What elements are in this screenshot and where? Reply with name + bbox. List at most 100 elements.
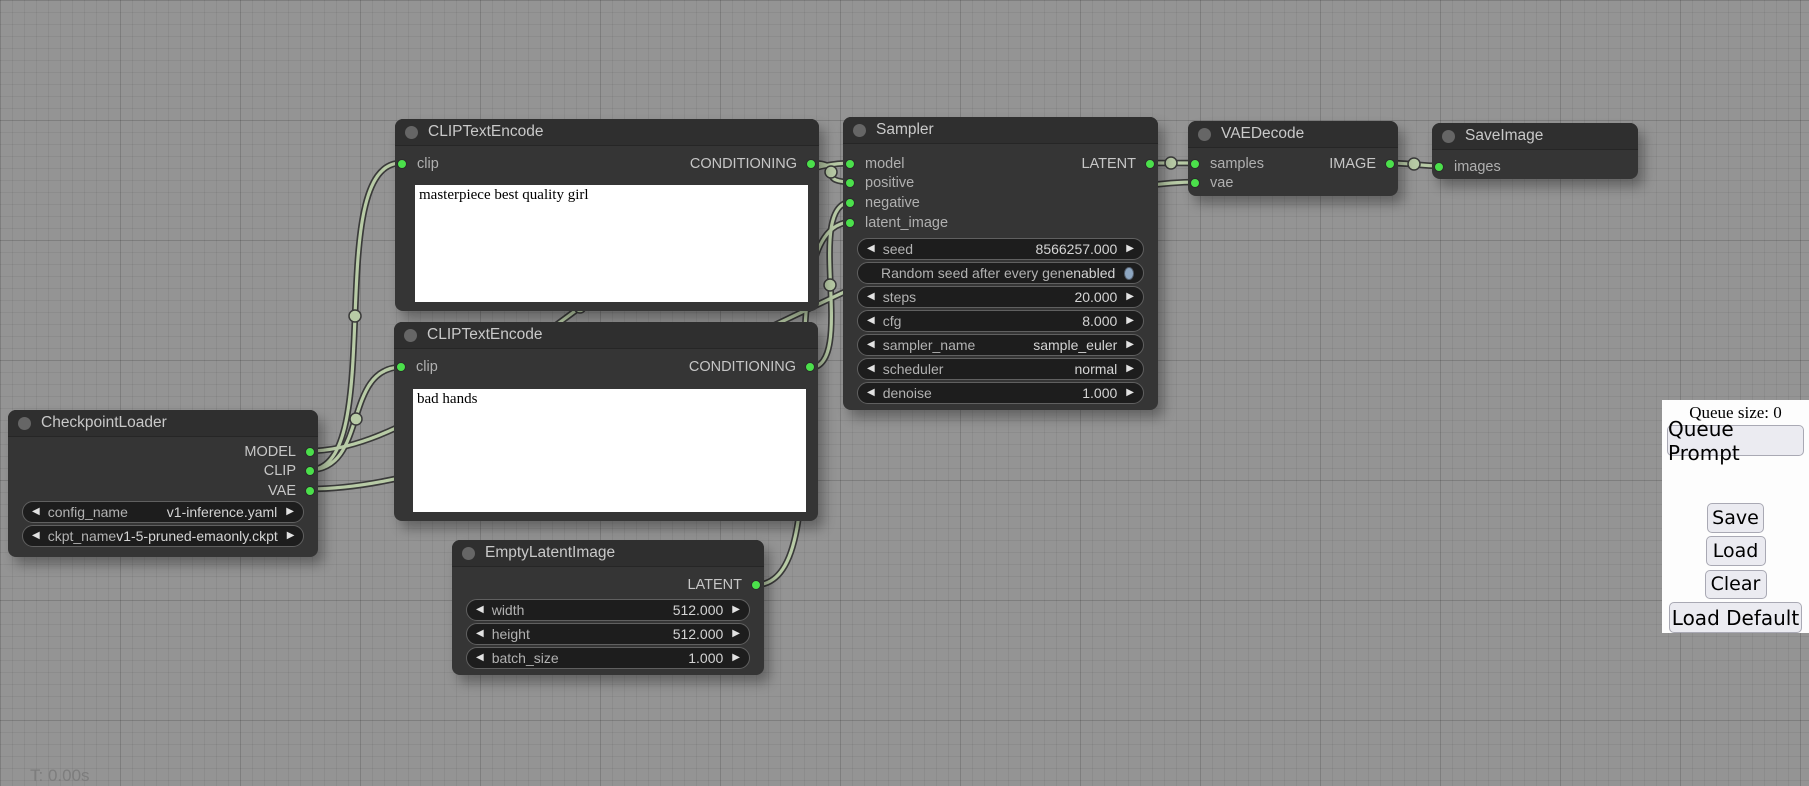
output-port-clip[interactable] — [305, 466, 315, 476]
increment-arrow-icon[interactable]: ▶ — [1126, 340, 1134, 350]
input-port-negative[interactable] — [845, 198, 855, 208]
input-label: clip — [417, 156, 439, 172]
decrement-arrow-icon[interactable]: ◀ — [867, 364, 875, 374]
toggle-on-icon[interactable] — [1124, 267, 1134, 280]
clear-button[interactable]: Clear — [1705, 570, 1767, 600]
decrement-arrow-icon[interactable]: ◀ — [867, 244, 875, 254]
output-port-conditioning[interactable] — [806, 159, 816, 169]
widget-ckpt-name[interactable]: ◀ ckpt_name v1-5-pruned-emaonly.ckpt ▶ — [22, 525, 304, 547]
widget-config-name[interactable]: ◀ config_name v1-inference.yaml ▶ — [22, 501, 304, 523]
node-title-bar[interactable]: Sampler — [843, 117, 1158, 144]
negative-prompt-textarea[interactable] — [413, 389, 806, 512]
increment-arrow-icon[interactable]: ▶ — [732, 653, 740, 663]
input-port-images[interactable] — [1434, 162, 1444, 172]
widget-value[interactable]: 1.000 — [1082, 385, 1117, 401]
load-button[interactable]: Load — [1706, 536, 1766, 566]
increment-arrow-icon[interactable]: ▶ — [1126, 364, 1134, 374]
widget-scheduler[interactable]: ◀ scheduler normal ▶ — [857, 358, 1144, 380]
widget-value[interactable]: 512.000 — [673, 602, 724, 618]
node-title-bar[interactable]: CLIPTextEncode — [394, 322, 818, 349]
collapse-dot-icon[interactable] — [1442, 130, 1455, 143]
node-emptylatentimage[interactable]: EmptyLatentImage LATENT ◀ width 512.000 … — [452, 540, 764, 675]
node-title: CLIPTextEncode — [427, 326, 542, 344]
increment-arrow-icon[interactable]: ▶ — [732, 605, 740, 615]
node-cliptextencode-positive[interactable]: CLIPTextEncode clip CONDITIONING — [395, 119, 819, 311]
output-port-latent[interactable] — [1145, 159, 1155, 169]
widget-value[interactable]: v1-inference.yaml — [167, 504, 278, 520]
widget-value[interactable]: 512.000 — [673, 626, 724, 642]
widget-cfg[interactable]: ◀ cfg 8.000 ▶ — [857, 310, 1144, 332]
node-saveimage[interactable]: SaveImage images — [1432, 123, 1638, 179]
collapse-dot-icon[interactable] — [853, 124, 866, 137]
input-port-clip[interactable] — [396, 362, 406, 372]
increment-arrow-icon[interactable]: ▶ — [1126, 388, 1134, 398]
input-port-model[interactable] — [845, 159, 855, 169]
collapse-dot-icon[interactable] — [405, 126, 418, 139]
output-port-latent[interactable] — [751, 580, 761, 590]
increment-arrow-icon[interactable]: ▶ — [732, 629, 740, 639]
port-row: model LATENT — [843, 154, 1158, 174]
widget-label: steps — [883, 289, 916, 305]
decrement-arrow-icon[interactable]: ◀ — [32, 507, 40, 517]
widget-denoise[interactable]: ◀ denoise 1.000 ▶ — [857, 382, 1144, 404]
increment-arrow-icon[interactable]: ▶ — [1126, 244, 1134, 254]
input-port-positive[interactable] — [845, 178, 855, 188]
widget-value[interactable]: v1-5-pruned-emaonly.ckpt — [116, 528, 278, 544]
save-button[interactable]: Save — [1707, 503, 1764, 533]
collapse-dot-icon[interactable] — [404, 329, 417, 342]
widget-height[interactable]: ◀ height 512.000 ▶ — [466, 623, 750, 645]
widget-sampler-name[interactable]: ◀ sampler_name sample_euler ▶ — [857, 334, 1144, 356]
decrement-arrow-icon[interactable]: ◀ — [867, 316, 875, 326]
decrement-arrow-icon[interactable]: ◀ — [476, 605, 484, 615]
collapse-dot-icon[interactable] — [1198, 128, 1211, 141]
decrement-arrow-icon[interactable]: ◀ — [476, 629, 484, 639]
widget-value[interactable]: normal — [1075, 361, 1118, 377]
widget-value[interactable]: 1.000 — [688, 650, 723, 666]
input-port-latent-image[interactable] — [845, 218, 855, 228]
input-port-samples[interactable] — [1190, 159, 1200, 169]
node-title-bar[interactable]: CheckpointLoader — [8, 410, 318, 437]
input-port-clip[interactable] — [397, 159, 407, 169]
widget-width[interactable]: ◀ width 512.000 ▶ — [466, 599, 750, 621]
widget-value[interactable]: sample_euler — [1033, 337, 1117, 353]
increment-arrow-icon[interactable]: ▶ — [287, 531, 295, 541]
output-port-vae[interactable] — [305, 486, 315, 496]
node-title-bar[interactable]: SaveImage — [1432, 123, 1638, 150]
output-port-conditioning[interactable] — [805, 362, 815, 372]
increment-arrow-icon[interactable]: ▶ — [1126, 292, 1134, 302]
collapse-dot-icon[interactable] — [462, 547, 475, 560]
queue-prompt-button[interactable]: Queue Prompt — [1667, 425, 1804, 456]
node-vaedecode[interactable]: VAEDecode samples IMAGE vae — [1188, 121, 1398, 196]
collapse-dot-icon[interactable] — [18, 417, 31, 430]
decrement-arrow-icon[interactable]: ◀ — [867, 388, 875, 398]
decrement-arrow-icon[interactable]: ◀ — [867, 292, 875, 302]
comfyui-canvas[interactable]: { "canvas": { "stats_text": "T: 0.00s" }… — [0, 0, 1809, 782]
increment-arrow-icon[interactable]: ▶ — [1126, 316, 1134, 326]
input-port-vae[interactable] — [1190, 178, 1200, 188]
decrement-arrow-icon[interactable]: ◀ — [476, 653, 484, 663]
widget-batch-size[interactable]: ◀ batch_size 1.000 ▶ — [466, 647, 750, 669]
output-port-image[interactable] — [1385, 159, 1395, 169]
widget-value: enabled — [1065, 265, 1115, 281]
node-title-bar[interactable]: CLIPTextEncode — [395, 119, 819, 146]
decrement-arrow-icon[interactable]: ◀ — [867, 340, 875, 350]
widget-seed[interactable]: ◀ seed 8566257.000 ▶ — [857, 238, 1144, 260]
output-row-vae: VAE — [8, 481, 318, 501]
widget-steps[interactable]: ◀ steps 20.000 ▶ — [857, 286, 1144, 308]
increment-arrow-icon[interactable]: ▶ — [286, 507, 294, 517]
widget-value[interactable]: 20.000 — [1074, 289, 1117, 305]
decrement-arrow-icon[interactable]: ◀ — [32, 531, 40, 541]
load-default-button[interactable]: Load Default — [1669, 602, 1802, 633]
widget-value[interactable]: 8566257.000 — [1036, 241, 1118, 257]
widget-random-seed-toggle[interactable]: Random seed after every gen enabled — [857, 262, 1144, 284]
node-title-bar[interactable]: VAEDecode — [1188, 121, 1398, 148]
input-label: clip — [416, 359, 438, 375]
positive-prompt-textarea[interactable] — [415, 185, 808, 302]
node-checkpointloader[interactable]: CheckpointLoader MODEL CLIP VAE ◀ config… — [8, 410, 318, 557]
output-port-model[interactable] — [305, 447, 315, 457]
node-sampler[interactable]: Sampler model LATENT positive negative l… — [843, 117, 1158, 410]
node-cliptextencode-negative[interactable]: CLIPTextEncode clip CONDITIONING — [394, 322, 818, 521]
node-title: VAEDecode — [1221, 125, 1304, 143]
widget-value[interactable]: 8.000 — [1082, 313, 1117, 329]
node-title-bar[interactable]: EmptyLatentImage — [452, 540, 764, 567]
